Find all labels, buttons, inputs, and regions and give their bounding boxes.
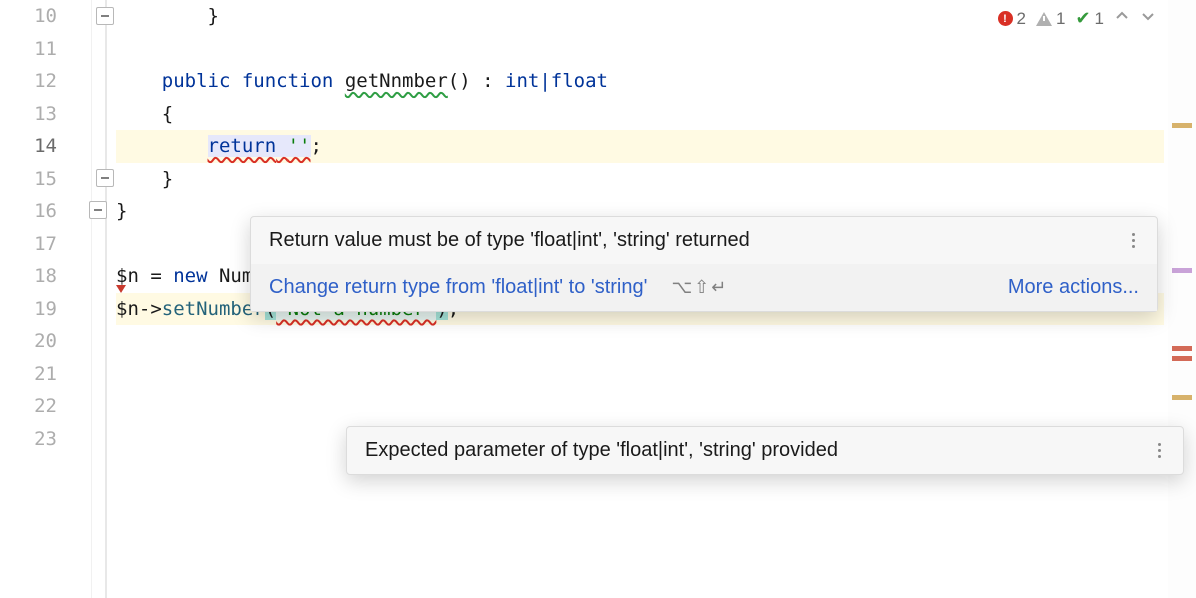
tooltip-actions-row: Change return type from 'float|int' to '… — [251, 264, 1157, 311]
line-number: 16 — [0, 195, 91, 228]
keyword-new: new — [173, 265, 207, 287]
more-actions-link[interactable]: More actions... — [1008, 276, 1139, 299]
variable: $n — [116, 298, 139, 320]
problems-summary[interactable]: !2 1 ✔1 — [998, 8, 1157, 29]
tooltip-message-row: Return value must be of type 'float|int'… — [251, 217, 1157, 264]
fold-toggle-icon[interactable] — [96, 169, 114, 187]
tooltip-message: Expected parameter of type 'float|int', … — [365, 439, 838, 462]
warning-count[interactable]: 1 — [1036, 9, 1065, 29]
error-icon: ! — [998, 11, 1013, 26]
error-stripe[interactable] — [1168, 0, 1196, 598]
warning-icon — [1036, 12, 1052, 26]
line-number-gutter: 10 11 12 13 14 15 16 17 18 19 20 21 22 2… — [0, 0, 92, 598]
code-line[interactable]: } — [116, 163, 1164, 196]
fold-toggle-icon[interactable] — [89, 201, 107, 219]
code-line-active[interactable]: return ''; — [116, 130, 1164, 163]
brace: { — [116, 103, 173, 125]
tooltip-message-row: Expected parameter of type 'float|int', … — [347, 427, 1183, 474]
variable: $n — [116, 265, 139, 287]
code-editor[interactable]: 10 11 12 13 14 15 16 17 18 19 20 21 22 2… — [0, 0, 1196, 598]
code-line[interactable] — [116, 390, 1164, 423]
string-literal: '' — [288, 135, 311, 157]
code-line[interactable] — [116, 325, 1164, 358]
pass-count[interactable]: ✔1 — [1075, 8, 1104, 29]
more-options-icon[interactable] — [1154, 439, 1165, 462]
error-marker-icon — [116, 285, 126, 293]
error-count[interactable]: !2 — [998, 9, 1026, 29]
line-number: 14 — [0, 130, 91, 163]
colon: : — [471, 70, 505, 92]
line-number: 13 — [0, 98, 91, 131]
more-options-icon[interactable] — [1128, 229, 1139, 252]
keyword-public: public — [162, 70, 231, 92]
chevron-up-icon[interactable] — [1114, 8, 1130, 29]
line-number: 21 — [0, 358, 91, 391]
quick-fix-action[interactable]: Change return type from 'float|int' to '… — [269, 276, 647, 299]
code-line[interactable] — [116, 358, 1164, 391]
code-line[interactable] — [116, 33, 1164, 66]
line-number: 19 — [0, 293, 91, 326]
brace: } — [116, 200, 127, 222]
checkmark-icon: ✔ — [1075, 8, 1090, 29]
line-number: 17 — [0, 228, 91, 261]
code-line[interactable]: { — [116, 98, 1164, 131]
stripe-marker-warning[interactable] — [1172, 395, 1192, 400]
line-number: 10 — [0, 0, 91, 33]
fold-guide — [105, 0, 107, 598]
paren: ( — [448, 70, 459, 92]
method-name: getNnmber — [345, 70, 448, 92]
line-number: 22 — [0, 390, 91, 423]
fold-column — [92, 0, 116, 598]
line-number: 12 — [0, 65, 91, 98]
inspection-tooltip: Expected parameter of type 'float|int', … — [346, 426, 1184, 475]
stripe-marker-error[interactable] — [1172, 356, 1192, 361]
stripe-marker[interactable] — [1172, 268, 1192, 273]
code-line[interactable]: public function getNnmber() : int|float — [116, 65, 1164, 98]
line-number: 11 — [0, 33, 91, 66]
brace: } — [116, 168, 173, 190]
brace: } — [162, 5, 219, 27]
tooltip-message: Return value must be of type 'float|int'… — [269, 229, 750, 252]
chevron-down-icon[interactable] — [1140, 8, 1156, 29]
line-number: 23 — [0, 423, 91, 456]
line-number: 15 — [0, 163, 91, 196]
line-number: 20 — [0, 325, 91, 358]
inspection-tooltip: Return value must be of type 'float|int'… — [250, 216, 1158, 312]
stripe-marker-error[interactable] — [1172, 346, 1192, 351]
stripe-marker-warning[interactable] — [1172, 123, 1192, 128]
fold-toggle-icon[interactable] — [96, 7, 114, 25]
semicolon: ; — [311, 135, 322, 157]
return-type: int|float — [505, 70, 608, 92]
keyword-function: function — [242, 70, 334, 92]
keyboard-shortcut: ⌥⇧↵ — [671, 277, 728, 298]
keyword-return: return — [208, 135, 277, 157]
paren: ) — [459, 70, 470, 92]
line-number: 18 — [0, 260, 91, 293]
